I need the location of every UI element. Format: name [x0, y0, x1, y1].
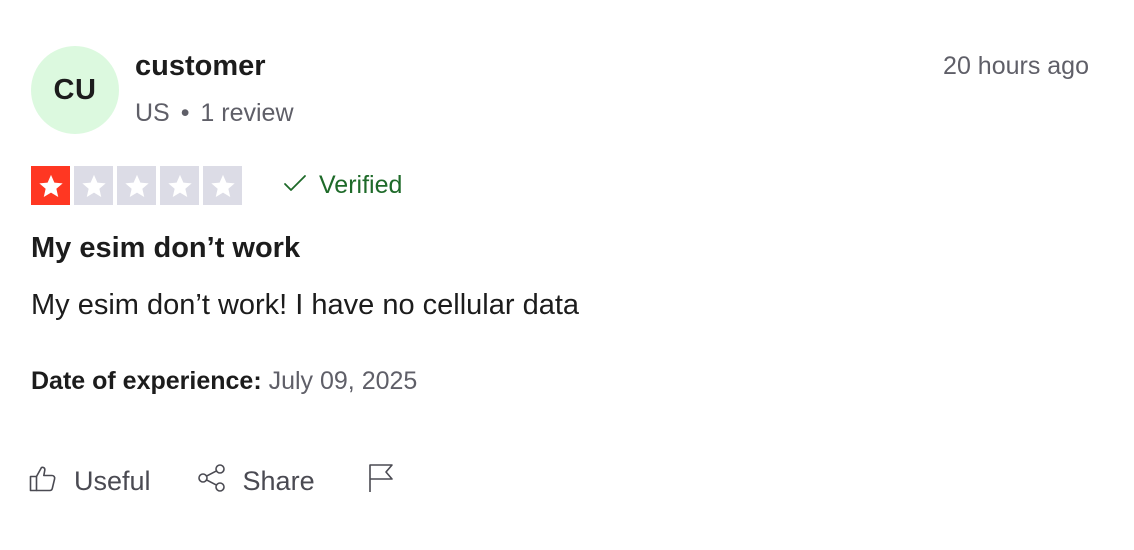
avatar[interactable]: CU	[31, 46, 119, 134]
meta-separator: •	[180, 99, 190, 127]
review-text: My esim don’t work! I have no cellular d…	[31, 289, 580, 321]
report-button[interactable]	[365, 462, 397, 501]
star-icon	[117, 166, 156, 205]
review-title[interactable]: My esim don’t work	[31, 232, 300, 265]
reviewer-country: US	[135, 99, 170, 127]
checkmark-icon	[283, 171, 307, 200]
star-icon	[31, 166, 70, 205]
verified-badge[interactable]: Verified	[283, 171, 402, 200]
verified-label: Verified	[319, 171, 403, 199]
review-time: 20 hours ago	[943, 52, 1089, 80]
reviewer-review-count: 1 review	[200, 99, 294, 127]
date-value: July 09, 2025	[268, 367, 418, 395]
share-icon	[196, 462, 228, 501]
flag-icon	[365, 462, 397, 501]
reviewer-meta: US • 1 review	[135, 99, 294, 128]
review-actions: Useful Share	[27, 462, 397, 501]
date-of-experience: Date of experience: July 09, 2025	[31, 367, 417, 396]
share-button[interactable]: Share	[196, 462, 315, 501]
review-card: CU customer US • 1 review 20 hours ago V…	[0, 0, 1134, 550]
thumbs-up-icon	[27, 462, 59, 501]
useful-button[interactable]: Useful	[27, 462, 151, 501]
star-rating	[31, 166, 242, 205]
star-icon	[74, 166, 113, 205]
star-icon	[160, 166, 199, 205]
star-icon	[203, 166, 242, 205]
share-label: Share	[242, 466, 315, 496]
useful-label: Useful	[74, 466, 151, 496]
reviewer-name[interactable]: customer	[135, 50, 266, 83]
date-label: Date of experience:	[31, 367, 262, 395]
avatar-initials: CU	[53, 73, 97, 106]
